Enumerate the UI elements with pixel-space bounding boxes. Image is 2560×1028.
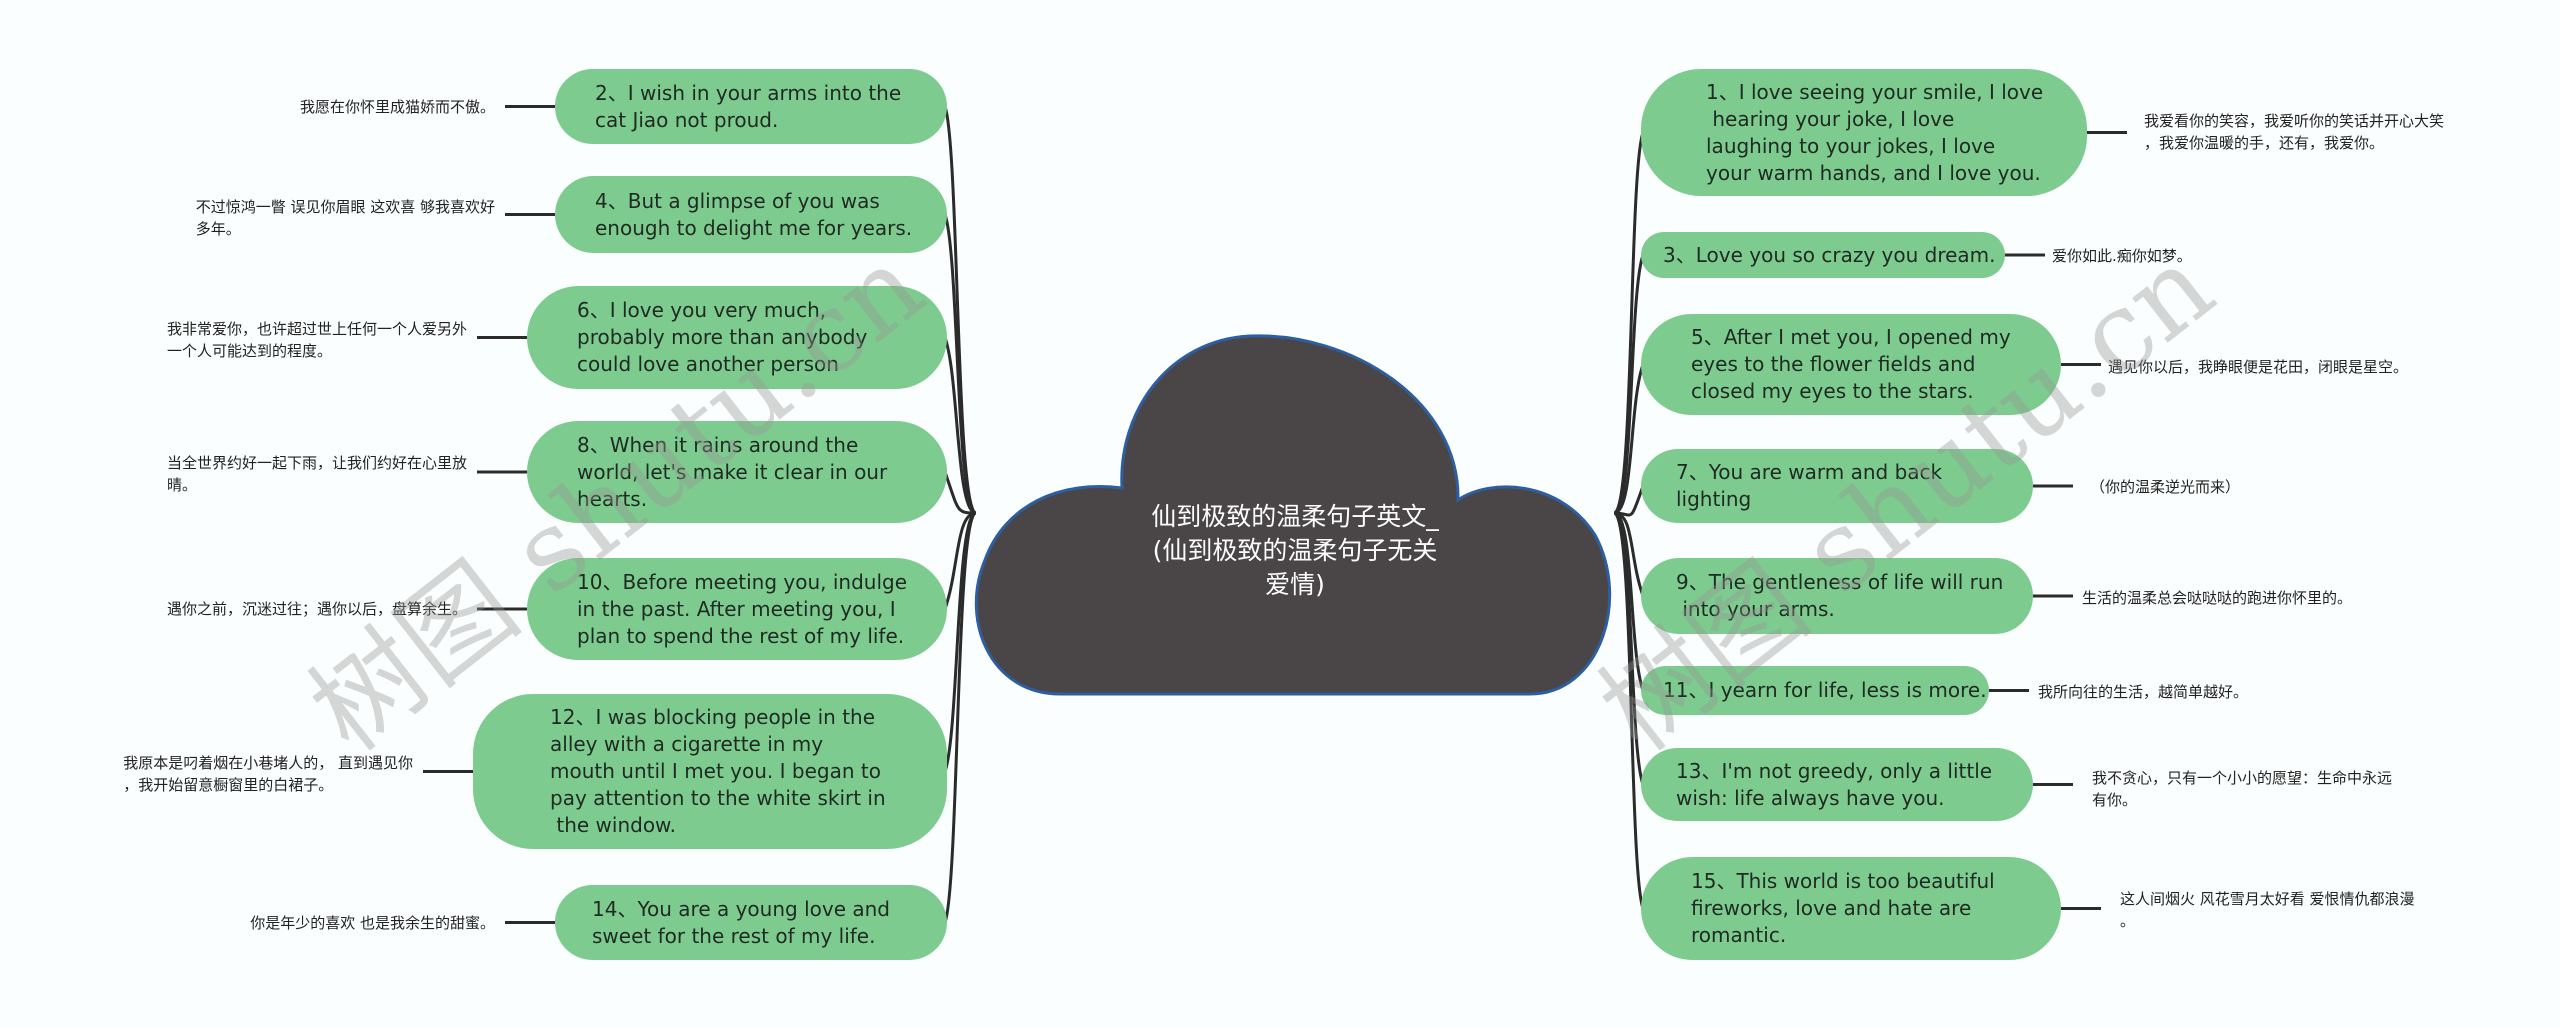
left-branch-node-6[interactable]: 12、I was blocking people in the alley wi… — [473, 694, 947, 849]
left-leaf-note-2[interactable]: 不过惊鸿一瞥 误见你眉眼 这欢喜 够我喜欢好 多年。 — [196, 196, 495, 240]
right-branch-node-7[interactable]: 13、I'm not greedy, only a little wish: l… — [1641, 748, 2033, 821]
branch-node-text: 15、This world is too beautiful fireworks… — [1691, 869, 1995, 947]
branch-node-text: 14、You are a young love and sweet for th… — [592, 896, 890, 948]
left-leaf-note-5[interactable]: 遇你之前，沉迷过往；遇你以后，盘算余生。 — [167, 598, 467, 620]
branch-node-text: 7、You are warm and back lighting — [1676, 460, 1943, 511]
central-topic-title[interactable]: 仙到极致的温柔句子英文_ (仙到极致的温柔句子无关 爱情) — [1110, 500, 1480, 602]
right-leaf-note-6[interactable]: 我所向往的生活，越简单越好。 — [2038, 681, 2248, 703]
right-leaf-note-1[interactable]: 我爱看你的笑容，我爱听你的笑话并开心大笑 ，我爱你温暖的手，还有，我爱你。 — [2144, 110, 2444, 154]
right-leaf-note-4[interactable]: （你的温柔逆光而来） — [2090, 476, 2240, 498]
left-branch-node-5[interactable]: 10、Before meeting you, indulge in the pa… — [527, 558, 947, 660]
right-leaf-note-3[interactable]: 遇见你以后，我睁眼便是花田，闭眼是星空。 — [2108, 356, 2408, 378]
right-branch-node-4[interactable]: 7、You are warm and back lighting — [1641, 449, 2033, 523]
left-leaf-note-7[interactable]: 你是年少的喜欢 也是我余生的甜蜜。 — [250, 912, 495, 934]
branch-node-text: 3、Love you so crazy you dream. — [1663, 242, 1996, 267]
branch-node-text: 9、The gentleness of life will run into y… — [1676, 570, 2004, 621]
right-branch-node-1[interactable]: 1、I love seeing your smile, I love heari… — [1641, 69, 2087, 196]
left-leaf-note-3[interactable]: 我非常爱你，也许超过世上任何一个人爱另外 一个人可能达到的程度。 — [167, 318, 467, 362]
left-branch-node-7[interactable]: 14、You are a young love and sweet for th… — [555, 885, 947, 960]
left-leaf-note-4[interactable]: 当全世界约好一起下雨，让我们约好在心里放 晴。 — [167, 452, 467, 496]
right-leaf-note-8[interactable]: 这人间烟火 风花雪月太好看 爱恨情仇都浪漫 。 — [2120, 888, 2415, 932]
branch-node-text: 10、Before meeting you, indulge in the pa… — [577, 569, 908, 648]
left-leaf-note-1[interactable]: 我愿在你怀里成猫娇而不傲。 — [300, 96, 495, 118]
branch-node-text: 12、I was blocking people in the alley wi… — [550, 705, 886, 837]
right-leaf-note-7[interactable]: 我不贪心，只有一个小小的愿望：生命中永远 有你。 — [2092, 767, 2392, 811]
right-branch-node-6[interactable]: 11、I yearn for life, less is more. — [1641, 666, 1989, 715]
right-branch-node-8[interactable]: 15、This world is too beautiful fireworks… — [1641, 857, 2061, 960]
right-leaf-note-5[interactable]: 生活的温柔总会哒哒哒的跑进你怀里的。 — [2082, 587, 2352, 609]
branch-node-text: 8、When it rains around the world, let's … — [577, 432, 888, 511]
left-branch-node-4[interactable]: 8、When it rains around the world, let's … — [527, 421, 947, 523]
branch-node-text: 11、I yearn for life, less is more. — [1663, 678, 1987, 702]
branch-node-text: 4、But a glimpse of you was enough to del… — [595, 188, 913, 240]
right-branch-node-2[interactable]: 3、Love you so crazy you dream. — [1641, 232, 2005, 278]
branch-node-text: 13、I'm not greedy, only a little wish: l… — [1676, 758, 1993, 810]
left-branch-node-3[interactable]: 6、I love you very much, probably more th… — [527, 286, 947, 389]
right-branch-node-5[interactable]: 9、The gentleness of life will run into y… — [1641, 558, 2033, 634]
left-leaf-note-6[interactable]: 我原本是叼着烟在小巷堵人的， 直到遇见你 ，我开始留意橱窗里的白裙子。 — [123, 752, 413, 796]
branch-node-text: 5、After I met you, I opened my eyes to t… — [1691, 325, 2011, 403]
branch-node-text: 6、I love you very much, probably more th… — [577, 298, 868, 376]
branch-node-text: 1、I love seeing your smile, I love heari… — [1706, 79, 2044, 185]
right-branch-node-3[interactable]: 5、After I met you, I opened my eyes to t… — [1641, 314, 2061, 415]
left-branch-node-1[interactable]: 2、I wish in your arms into the cat Jiao … — [555, 69, 947, 144]
right-leaf-note-2[interactable]: 爱你如此.痴你如梦。 — [2052, 245, 2192, 267]
branch-node-text: 2、I wish in your arms into the cat Jiao … — [595, 80, 902, 132]
left-branch-node-2[interactable]: 4、But a glimpse of you was enough to del… — [555, 176, 947, 253]
